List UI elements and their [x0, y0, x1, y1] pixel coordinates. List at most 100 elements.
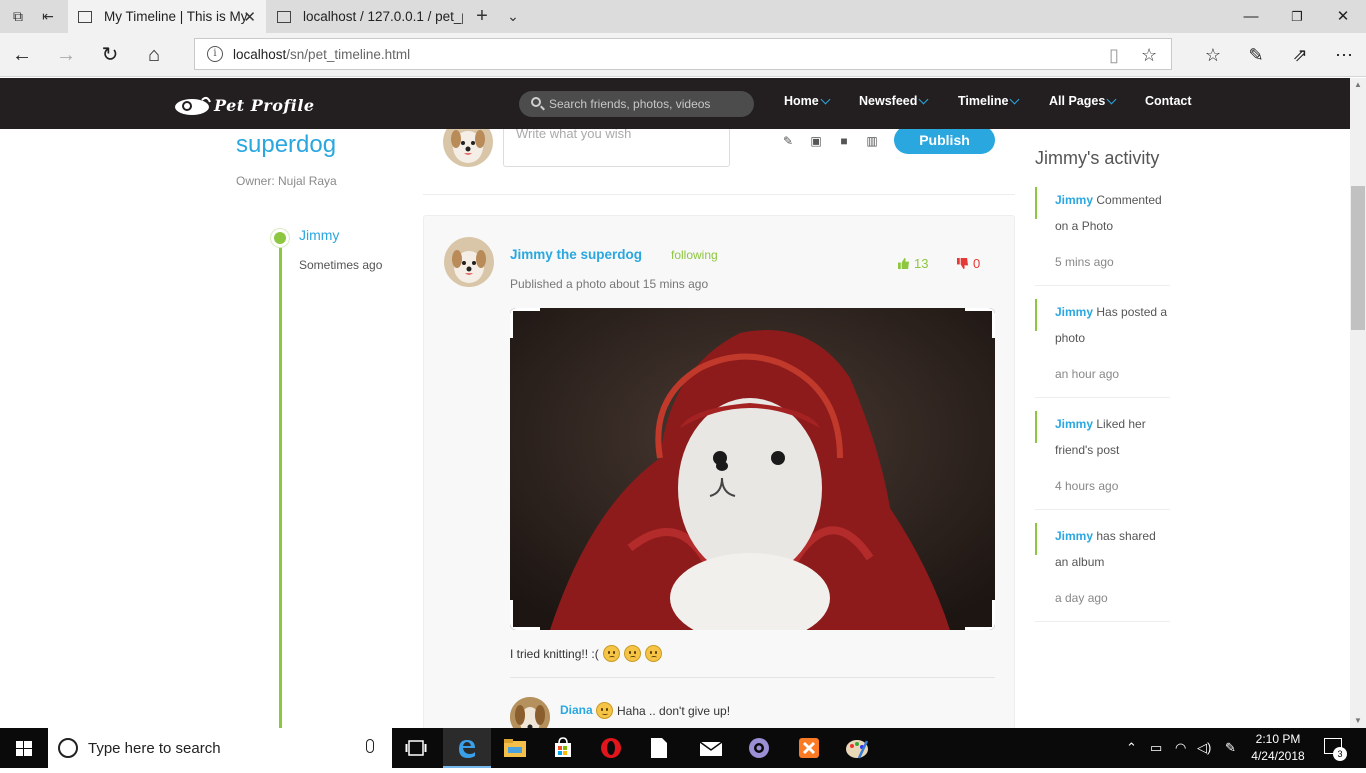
post-author-name[interactable]: Jimmy the superdog — [510, 247, 642, 262]
dislike-button[interactable]: 0 — [957, 256, 980, 271]
timeline-time: Sometimes ago — [299, 258, 383, 272]
store-icon[interactable] — [539, 728, 587, 768]
site-search-input[interactable] — [549, 91, 749, 117]
comment-author[interactable]: Diana — [560, 703, 593, 717]
chevron-down-icon — [820, 94, 831, 104]
publish-button[interactable]: Publish — [894, 129, 995, 154]
close-icon[interactable]: ✕ — [1320, 0, 1366, 33]
mail-icon[interactable] — [687, 728, 735, 768]
comment-avatar[interactable] — [510, 697, 550, 728]
maximize-icon[interactable]: ❐ — [1274, 0, 1320, 33]
divider — [423, 194, 1015, 195]
owner-label: Owner: Nujal Raya — [236, 174, 337, 188]
search-icon — [531, 97, 541, 107]
timeline-line — [279, 237, 282, 728]
xampp-icon[interactable] — [785, 728, 833, 768]
activity-text: Jimmy has shared an album — [1055, 529, 1156, 569]
site-logo[interactable]: Pet Profile — [172, 91, 315, 119]
timeline-name[interactable]: Jimmy — [299, 227, 339, 243]
windows-taskbar: ⌃ ▭ ◠ ◁) ✎ 2:10 PM 4/24/2018 3 — [0, 728, 1366, 768]
battery-icon[interactable]: ▭ — [1150, 740, 1162, 756]
edge-browser-icon[interactable] — [443, 728, 491, 768]
site-search[interactable] — [519, 91, 754, 117]
url-field[interactable]: i localhost/sn/pet_timeline.html ▯ ☆ — [194, 38, 1172, 70]
favorites-hub-icon[interactable]: ☆ — [1200, 43, 1226, 67]
web-note-icon[interactable]: ✎ — [1243, 43, 1269, 67]
page-scrollbar[interactable]: ▲ ▼ — [1350, 78, 1366, 728]
scroll-down-icon[interactable]: ▼ — [1354, 716, 1362, 725]
activity-item: Jimmy Commented on a Photo 5 mins ago — [1035, 187, 1170, 286]
paint-icon[interactable] — [833, 728, 881, 768]
activity-user[interactable]: Jimmy — [1055, 305, 1093, 319]
activity-item: Jimmy has shared an album a day ago — [1035, 523, 1170, 622]
site-info-icon[interactable]: i — [207, 46, 223, 62]
wifi-icon[interactable]: ◠ — [1175, 740, 1186, 756]
activity-user[interactable]: Jimmy — [1055, 529, 1093, 543]
post-photo[interactable] — [510, 308, 995, 630]
activity-time: 4 hours ago — [1055, 479, 1119, 493]
nav-label: Contact — [1145, 94, 1192, 108]
edit-icon[interactable]: ✎ — [780, 134, 796, 148]
home-icon[interactable]: ⌂ — [141, 43, 167, 67]
nav-timeline[interactable]: Timeline — [958, 94, 1020, 108]
volume-icon[interactable]: ◁) — [1197, 740, 1211, 756]
task-view-icon[interactable] — [392, 728, 440, 768]
activity-user[interactable]: Jimmy — [1055, 193, 1093, 207]
forward-icon[interactable]: → — [53, 43, 79, 67]
timeline-dot — [271, 229, 289, 247]
page-icon — [277, 10, 291, 23]
back-icon[interactable]: ← — [9, 43, 35, 67]
document-icon[interactable] — [635, 728, 683, 768]
bittorrent-icon[interactable] — [735, 728, 783, 768]
start-button[interactable] — [0, 728, 48, 768]
tab-preview-icon[interactable]: ⧉ — [9, 7, 27, 25]
refresh-icon[interactable]: ↻ — [97, 43, 123, 67]
tab-list-icon[interactable]: ⌄ — [504, 7, 522, 25]
activity-item: Jimmy Has posted a photo an hour ago — [1035, 299, 1170, 398]
composer-avatar — [443, 129, 493, 167]
share-icon[interactable]: ⇗ — [1287, 43, 1313, 67]
windows-logo-icon — [16, 741, 32, 756]
image-icon[interactable]: ▣ — [808, 134, 824, 148]
post-author-avatar[interactable] — [444, 237, 494, 287]
opera-icon[interactable] — [587, 728, 635, 768]
more-icon[interactable]: ⋯ — [1331, 43, 1357, 67]
pen-workspace-icon[interactable]: ✎ — [1225, 740, 1236, 756]
like-button[interactable]: 13 — [898, 256, 928, 271]
microphone-icon[interactable] — [366, 739, 374, 753]
tab-my-timeline[interactable]: My Timeline | This is My ✕ — [68, 0, 266, 33]
post-composer-input[interactable] — [503, 129, 730, 167]
like-count: 13 — [914, 256, 929, 271]
nav-newsfeed[interactable]: Newsfeed — [859, 94, 929, 108]
nav-home[interactable]: Home — [784, 94, 831, 108]
map-icon[interactable]: ▥ — [864, 134, 880, 148]
taskbar-search-input[interactable] — [88, 738, 358, 758]
sad-emoji-icon — [602, 645, 620, 662]
file-explorer-icon[interactable] — [491, 728, 539, 768]
activity-time: a day ago — [1055, 591, 1108, 605]
post-meta: Published a photo about 15 mins ago — [510, 277, 709, 291]
logo-text: Pet Profile — [214, 95, 315, 115]
video-icon[interactable]: ■ — [836, 134, 852, 148]
scroll-up-icon[interactable]: ▲ — [1354, 80, 1362, 89]
favorite-star-icon[interactable]: ☆ — [1141, 45, 1157, 66]
thumbs-down-icon — [957, 258, 968, 269]
show-hidden-icons-icon[interactable]: ⌃ — [1126, 740, 1137, 756]
activity-time: an hour ago — [1055, 367, 1120, 381]
address-bar: ← → ↻ ⌂ i localhost/sn/pet_timeline.html… — [0, 33, 1366, 77]
nav-contact[interactable]: Contact — [1145, 94, 1192, 108]
tab-close-icon[interactable]: ✕ — [243, 8, 256, 26]
set-aside-tabs-icon[interactable]: ⇤ — [39, 7, 57, 25]
tab-localhost[interactable]: localhost / 127.0.0.1 / pet_p — [267, 0, 465, 33]
reading-view-icon[interactable]: ▯ — [1109, 45, 1119, 66]
taskbar-search[interactable] — [48, 728, 392, 768]
pet-name: superdog — [236, 131, 337, 158]
nav-all-pages[interactable]: All Pages — [1049, 94, 1117, 108]
minimize-icon[interactable]: — — [1228, 0, 1274, 33]
scrollbar-thumb[interactable] — [1351, 186, 1365, 330]
system-clock[interactable]: 2:10 PM 4/24/2018 — [1242, 731, 1314, 765]
chevron-down-icon — [918, 94, 929, 104]
new-tab-icon[interactable]: + — [473, 6, 491, 26]
tab-title: My Timeline | This is My — [104, 9, 248, 24]
activity-user[interactable]: Jimmy — [1055, 417, 1093, 431]
